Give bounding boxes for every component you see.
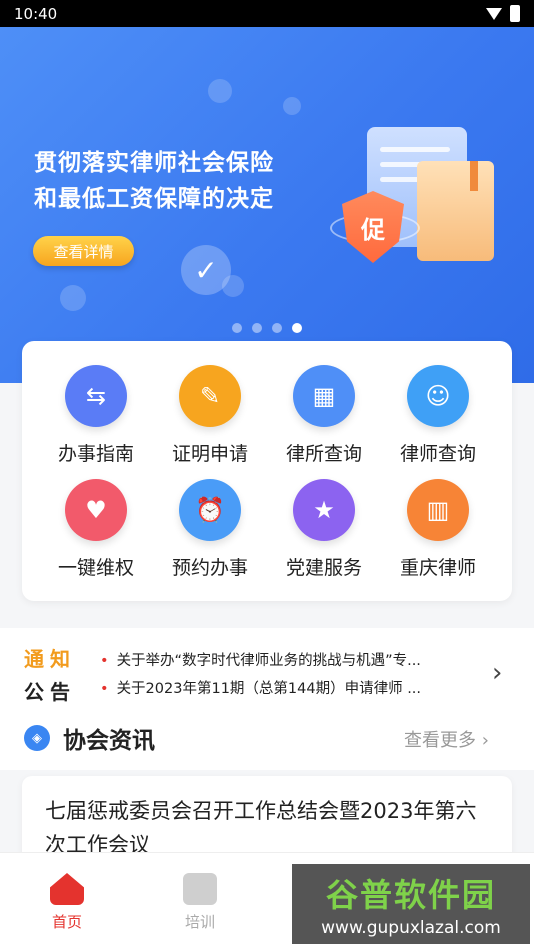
notice-item[interactable]: 关于举办“数字时代律师业务的挑战与机遇”专... [100,647,478,675]
grid-item-chongqing[interactable]: ▥ 重庆律师 [378,479,498,580]
bookmark-ribbon [470,161,478,191]
grid-label: 一键维权 [57,557,134,579]
signpost-icon: ⇆ [65,365,127,427]
person-search-icon: ☺ [407,365,469,427]
notice-logo: 通知 公告 [24,643,80,705]
notice-logo-top: 通知 [24,647,76,671]
chevron-right-icon[interactable]: › [492,658,502,688]
book-icon [183,873,217,905]
grid-item-appointment[interactable]: ⏰ 预约办事 [150,479,270,580]
grid-label: 重庆律师 [399,557,476,579]
view-details-button[interactable]: 查看详情 [33,236,134,266]
grid-label: 律所查询 [285,443,362,465]
compass-icon: ◈ [24,725,50,751]
tab-training[interactable]: 培训 [160,873,240,932]
decor-bubble [208,79,232,103]
status-bar: 10:40 [0,0,534,27]
status-icons [486,5,520,22]
section-title: 协会资讯 [63,728,155,754]
grid-label: 律师查询 [399,443,476,465]
view-more-label: 查看更多 [404,730,476,751]
notice-logo-bottom: 公告 [24,680,76,704]
grid-item-rights[interactable]: ♥ 一键维权 [36,479,156,580]
grid-item-certificate[interactable]: ✎ 证明申请 [150,365,270,466]
banner-title: 贯彻落实律师社会保险 和最低工资保障的决定 [34,145,274,217]
book-illustration [417,161,494,261]
carousel-dot-active[interactable] [292,323,302,333]
decor-bubble [60,285,86,311]
grid-label: 证明申请 [171,443,248,465]
view-more-link[interactable]: 查看更多 › [404,726,489,752]
banner-title-line2: 和最低工资保障的决定 [34,186,274,212]
grid-item-firm-search[interactable]: ▦ 律所查询 [264,365,384,466]
grid-item-party[interactable]: ★ 党建服务 [264,479,384,580]
grid-label: 党建服务 [285,557,362,579]
clipboard-edit-icon: ✎ [179,365,241,427]
notice-list: 关于举办“数字时代律师业务的挑战与机遇”专... 关于2023年第11期（总第1… [100,647,478,703]
party-book-icon: ★ [293,479,355,541]
carousel-dots [232,323,302,333]
section-header: ◈ 协会资讯 查看更多 › [0,710,534,770]
alarm-clock-icon: ⏰ [179,479,241,541]
shield-icon: 促 [342,191,404,263]
grid-item-guide[interactable]: ⇆ 办事指南 [36,365,156,466]
banner-title-line1: 贯彻落实律师社会保险 [34,150,274,176]
wifi-icon [486,7,502,20]
status-time: 10:40 [14,4,58,23]
shield-char: 促 [361,215,385,244]
carousel-dot[interactable] [232,323,242,333]
tab-label: 首页 [51,913,82,931]
watermark: 谷普软件园 www.gupuxlazal.com [292,864,530,944]
carousel-dot[interactable] [252,323,262,333]
grid-label: 办事指南 [57,443,134,465]
badge-shield-icon: ♥ [65,479,127,541]
battery-icon [510,5,520,22]
grid-item-lawyer-search[interactable]: ☺ 律师查询 [378,365,498,466]
tab-label: 培训 [184,913,215,931]
service-grid: ⇆ 办事指南 ✎ 证明申请 ▦ 律所查询 ☺ 律师查询 ♥ 一键维权 ⏰ 预约办… [22,341,512,601]
home-icon [50,873,84,905]
building-search-icon: ▦ [293,365,355,427]
columns-icon: ▥ [407,479,469,541]
checkmark-icon: ✓ [181,245,231,295]
notice-item[interactable]: 关于2023年第11期（总第144期）申请律师 ... [100,675,478,703]
grid-label: 预约办事 [171,557,248,579]
notice-bar[interactable]: 通知 公告 关于举办“数字时代律师业务的挑战与机遇”专... 关于2023年第1… [0,628,534,710]
chevron-right-icon: › [481,730,489,751]
watermark-url: www.gupuxlazal.com [321,918,501,938]
promo-banner[interactable]: 贯彻落实律师社会保险 和最低工资保障的决定 查看详情 ✓ 促 [0,27,534,383]
tab-home[interactable]: 首页 [27,873,107,932]
decor-bubble [283,97,301,115]
carousel-dot[interactable] [272,323,282,333]
watermark-title: 谷普软件园 [325,876,496,914]
